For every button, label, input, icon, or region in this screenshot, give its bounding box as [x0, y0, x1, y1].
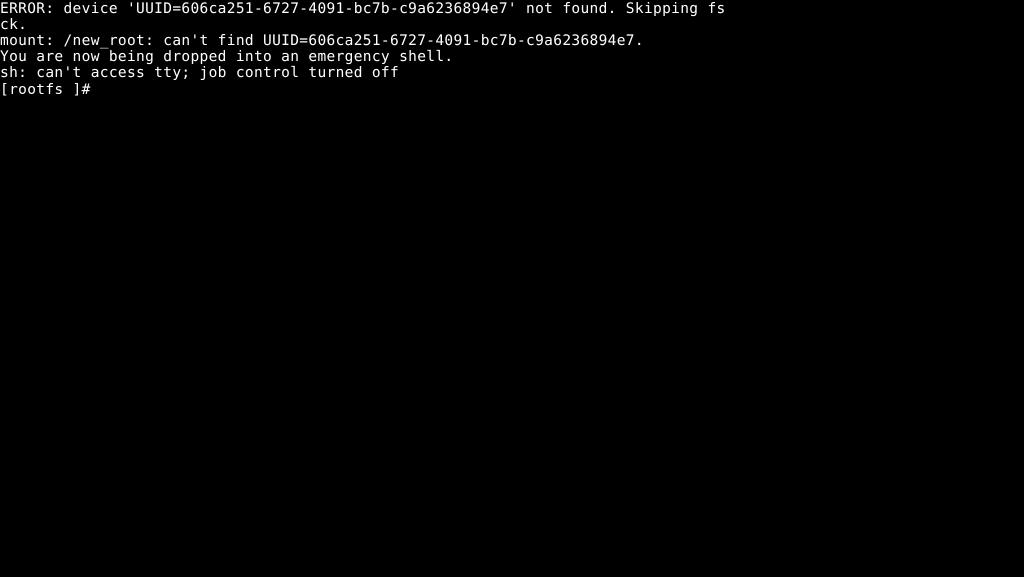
terminal-console[interactable]: ERROR: device 'UUID=606ca251-6727-4091-b…	[0, 1, 1024, 577]
console-line-error-device-not-found-wrap: ck.	[0, 17, 28, 33]
console-line-emergency-shell-notice: You are now being dropped into an emerge…	[0, 49, 454, 65]
console-output: ERROR: device 'UUID=606ca251-6727-4091-b…	[0, 1, 1024, 81]
console-line-job-control-warning: sh: can't access tty; job control turned…	[0, 65, 400, 81]
shell-prompt-line[interactable]: [rootfs ]#	[0, 81, 1024, 98]
console-line-error-device-not-found: ERROR: device 'UUID=606ca251-6727-4091-b…	[0, 1, 726, 17]
shell-prompt-label: [rootfs ]#	[0, 82, 100, 98]
console-line-mount-failure: mount: /new_root: can't find UUID=606ca2…	[0, 33, 644, 49]
